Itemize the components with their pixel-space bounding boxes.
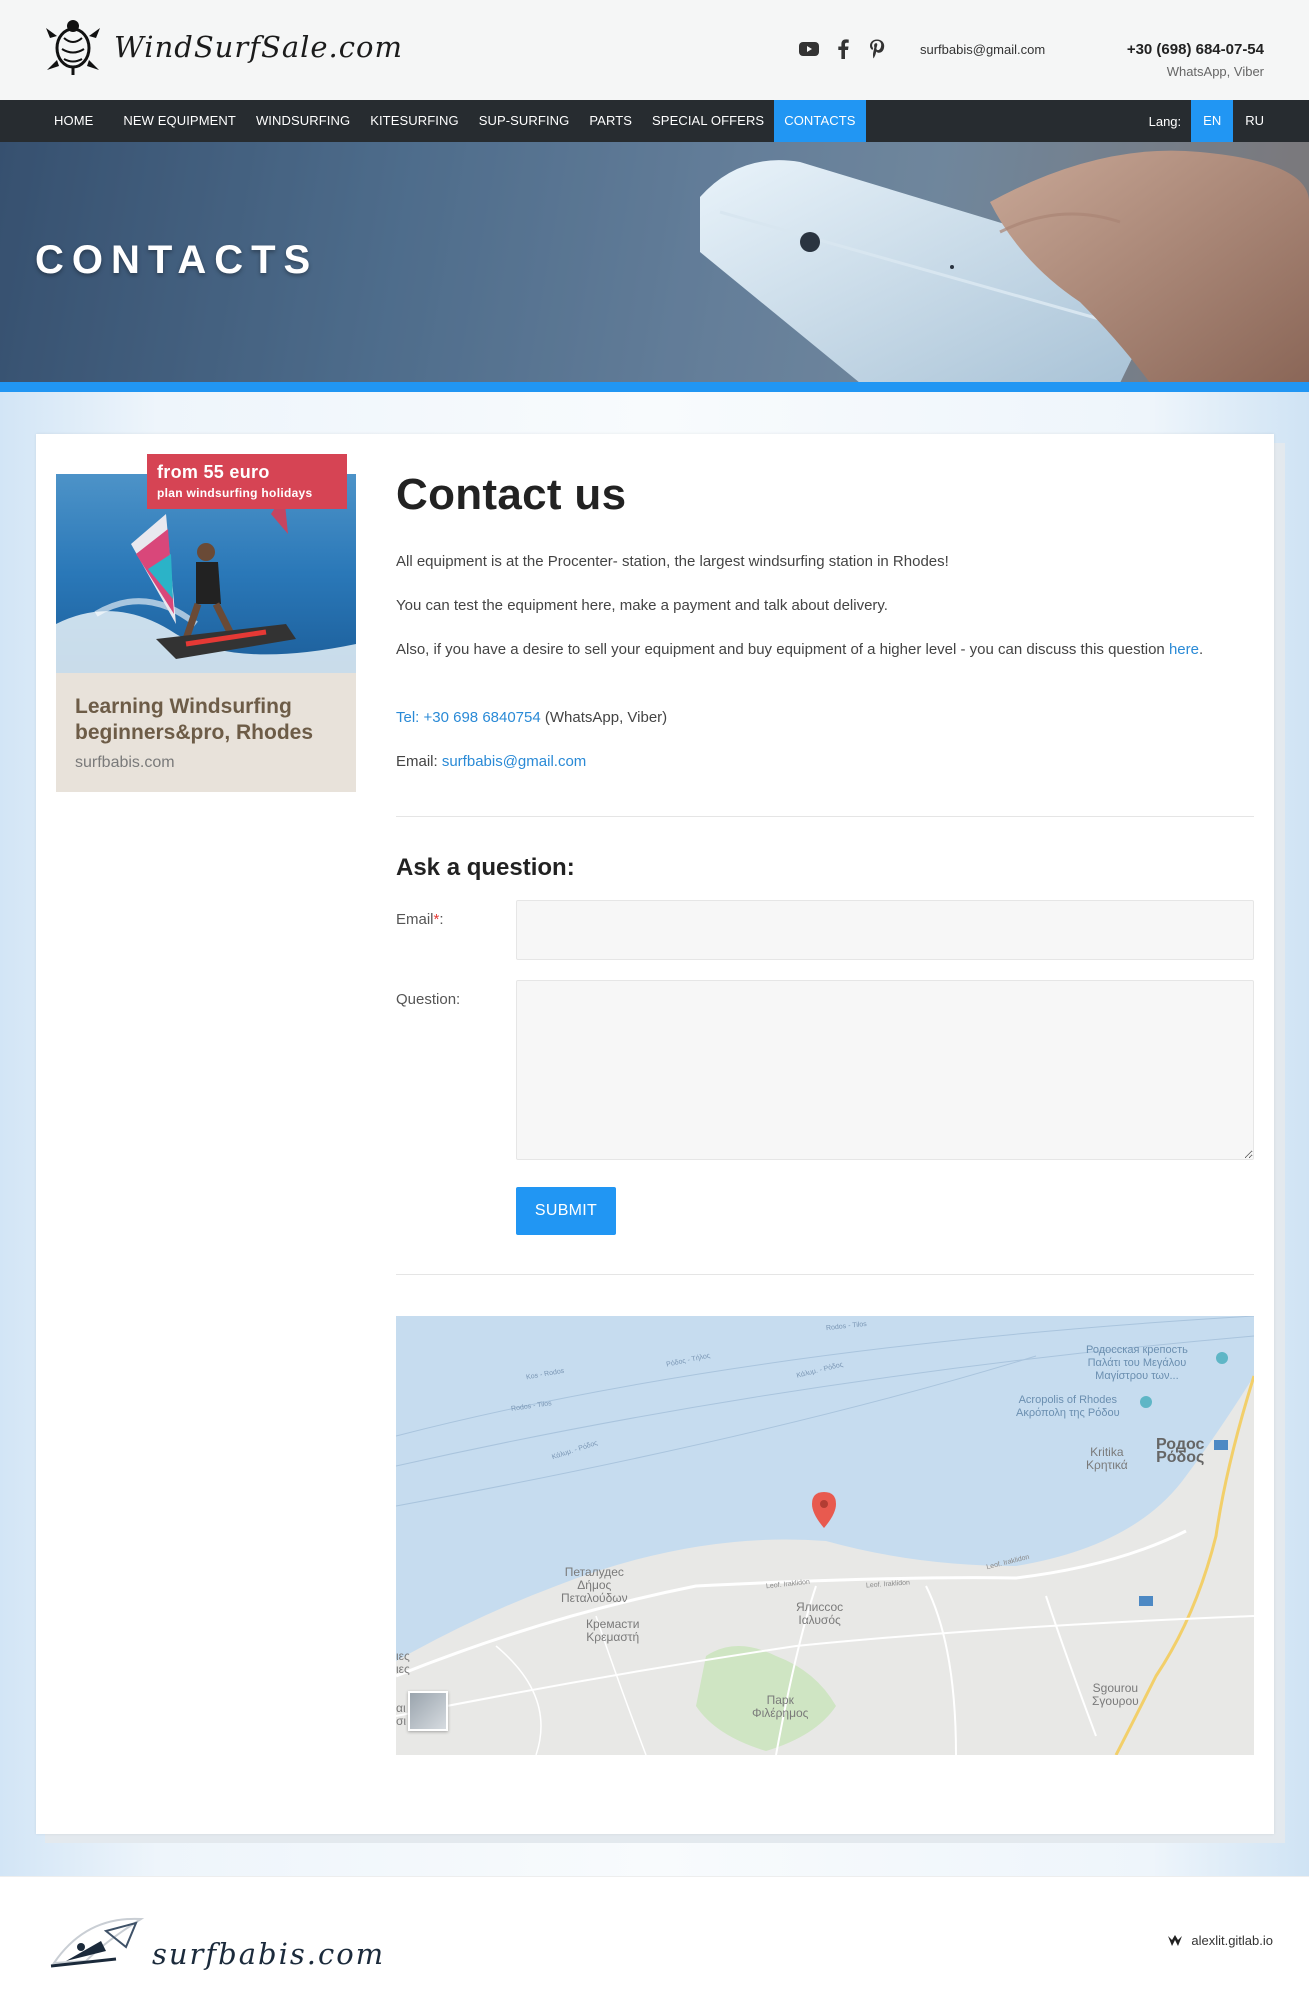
email-field-colon: : — [439, 911, 444, 928]
promo-site: surfbabis.com — [75, 754, 175, 771]
promo-banner[interactable]: from 55 euro plan windsurfing holidays L… — [56, 454, 356, 792]
turtle-logo-icon — [46, 20, 100, 75]
dev-logo-icon — [1168, 1934, 1183, 1946]
promo-price: from 55 euro — [157, 462, 270, 482]
promo-subtitle: plan windsurfing holidays — [157, 486, 313, 500]
header-email[interactable]: surfbabis@gmail.com — [920, 42, 1045, 57]
email-label: Email: — [396, 753, 442, 770]
ask-question-heading: Ask a question: — [396, 854, 575, 881]
hero-banner: CONTACTS — [0, 142, 1309, 383]
nav-item-contacts[interactable]: CONTACTS — [774, 100, 866, 142]
footer-credit[interactable]: alexlit.gitlab.io — [1167, 1933, 1273, 1948]
paragraph-sell-text: Also, if you have a desire to sell your … — [396, 641, 1165, 658]
lang-label: Lang: — [1148, 113, 1182, 129]
divider — [396, 816, 1254, 817]
nav-item-kitesurfing[interactable]: KITESURFING — [360, 100, 469, 142]
nav-item-sup-surfing[interactable]: SUP-SURFING — [469, 100, 580, 142]
map-label-kritika: Kritika Κρητικά — [1086, 1445, 1128, 1472]
submit-button[interactable]: SUBMIT — [516, 1187, 616, 1235]
site-footer: surfbabis.com alexlit.gitlab.io — [0, 1876, 1309, 1999]
map-label-rodos: Родос Ρόδος — [1156, 1436, 1205, 1466]
site-header: WindSurfSale.com surfbabis@gmail.com +30… — [0, 0, 1309, 100]
email-field-label-text: Email — [396, 911, 434, 928]
promo-title: Learning Windsurfing beginners&pro, Rhod… — [75, 695, 314, 745]
nav-item-new-equipment[interactable]: NEW EQUIPMENT — [113, 100, 246, 142]
nav-item-home[interactable]: HOME — [43, 100, 113, 142]
pinterest-icon[interactable] — [866, 38, 888, 60]
header-phone[interactable]: +30 (698) 684-07-54 — [1127, 41, 1264, 58]
hero-title: CONTACTS — [35, 238, 319, 282]
map-label-ialysos: Ялиссос Ιαλυσός — [796, 1600, 844, 1627]
paragraph-sell-end: . — [1198, 641, 1204, 658]
lang-en-button[interactable]: EN — [1191, 100, 1234, 142]
email-field-label: Email*: — [396, 911, 444, 928]
logo-text: WindSurfSale.com — [114, 30, 403, 64]
question-field-label: Question: — [396, 991, 461, 1008]
language-switcher: Lang: EN RU — [1149, 100, 1276, 142]
phone-link[interactable]: Tel: +30 698 6840754 — [396, 709, 541, 726]
paragraph-sell: Also, if you have a desire to sell your … — [396, 638, 1254, 662]
map-edge-label: αι σι — [396, 1701, 407, 1728]
map-label-fortress: Родосская крепость Παλάτι του Μεγάλου Μαγί… — [1086, 1344, 1188, 1382]
hero-accent-bar — [0, 382, 1309, 392]
question-textarea[interactable] — [516, 980, 1254, 1160]
here-link[interactable]: here — [1169, 641, 1199, 658]
map-satellite-toggle[interactable] — [408, 1691, 448, 1731]
divider — [396, 1274, 1254, 1275]
main-content: Contact us All equipment is at the Proce… — [396, 470, 1254, 770]
lang-ru-button[interactable]: RU — [1233, 100, 1276, 142]
main-nav: HOME NEW EQUIPMENT WINDSURFING KITESURFING S… — [0, 100, 1309, 142]
map-label-petaloudes: Петалудес Δήμος Πεταλούδων — [561, 1565, 628, 1605]
nav-item-windsurfing[interactable]: WINDSURFING — [246, 100, 360, 142]
map-label-park: Парк Φιλέρημος — [752, 1693, 809, 1720]
phone-note: (WhatsApp, Viber) — [540, 709, 668, 726]
social-links — [798, 38, 888, 60]
paragraph-test: You can test the equipment here, make a … — [396, 597, 888, 614]
nav-item-special-offers[interactable]: SPECIAL OFFERS — [642, 100, 774, 142]
paragraph-equipment: All equipment is at the Procenter- stati… — [396, 553, 949, 570]
map-label-sgourou: Sgourou Σγουρου — [1092, 1681, 1139, 1708]
nav-item-parts[interactable]: PARTS — [579, 100, 642, 142]
phone-line: Tel: +30 698 6840754 (WhatsApp, Viber) — [396, 706, 667, 730]
footer-logo[interactable]: surfbabis.com — [46, 1911, 385, 1971]
footer-credit-text: alexlit.gitlab.io — [1191, 1933, 1273, 1948]
location-map[interactable]: Родосская крепость Παλάτι του Μεγάλου Μαγί… — [396, 1316, 1254, 1755]
email-line: Email: surfbabis@gmail.com — [396, 750, 586, 774]
map-label-kremasti: Кремасти Κρεμαστή — [586, 1617, 640, 1644]
email-input[interactable] — [516, 900, 1254, 960]
site-logo[interactable]: WindSurfSale.com — [42, 16, 403, 78]
footer-logo-text: surfbabis.com — [152, 1937, 386, 1971]
facebook-icon[interactable] — [832, 38, 854, 60]
header-phone-note: WhatsApp, Viber — [1166, 64, 1264, 79]
email-link[interactable]: surfbabis@gmail.com — [442, 753, 586, 770]
windsurfer-logo-icon — [50, 1917, 145, 1968]
promo-price-badge: from 55 euro plan windsurfing holidays — [147, 454, 347, 509]
map-edge-label: ιες ιες — [396, 1649, 410, 1676]
youtube-icon[interactable] — [798, 38, 820, 60]
page-heading: Contact us — [396, 470, 627, 519]
nav-items: HOME NEW EQUIPMENT WINDSURFING KITESURFING S… — [43, 100, 866, 142]
map-label-acropolis: Acropolis of Rhodes Ακρόπολη της Ρόδου — [1016, 1394, 1120, 1419]
